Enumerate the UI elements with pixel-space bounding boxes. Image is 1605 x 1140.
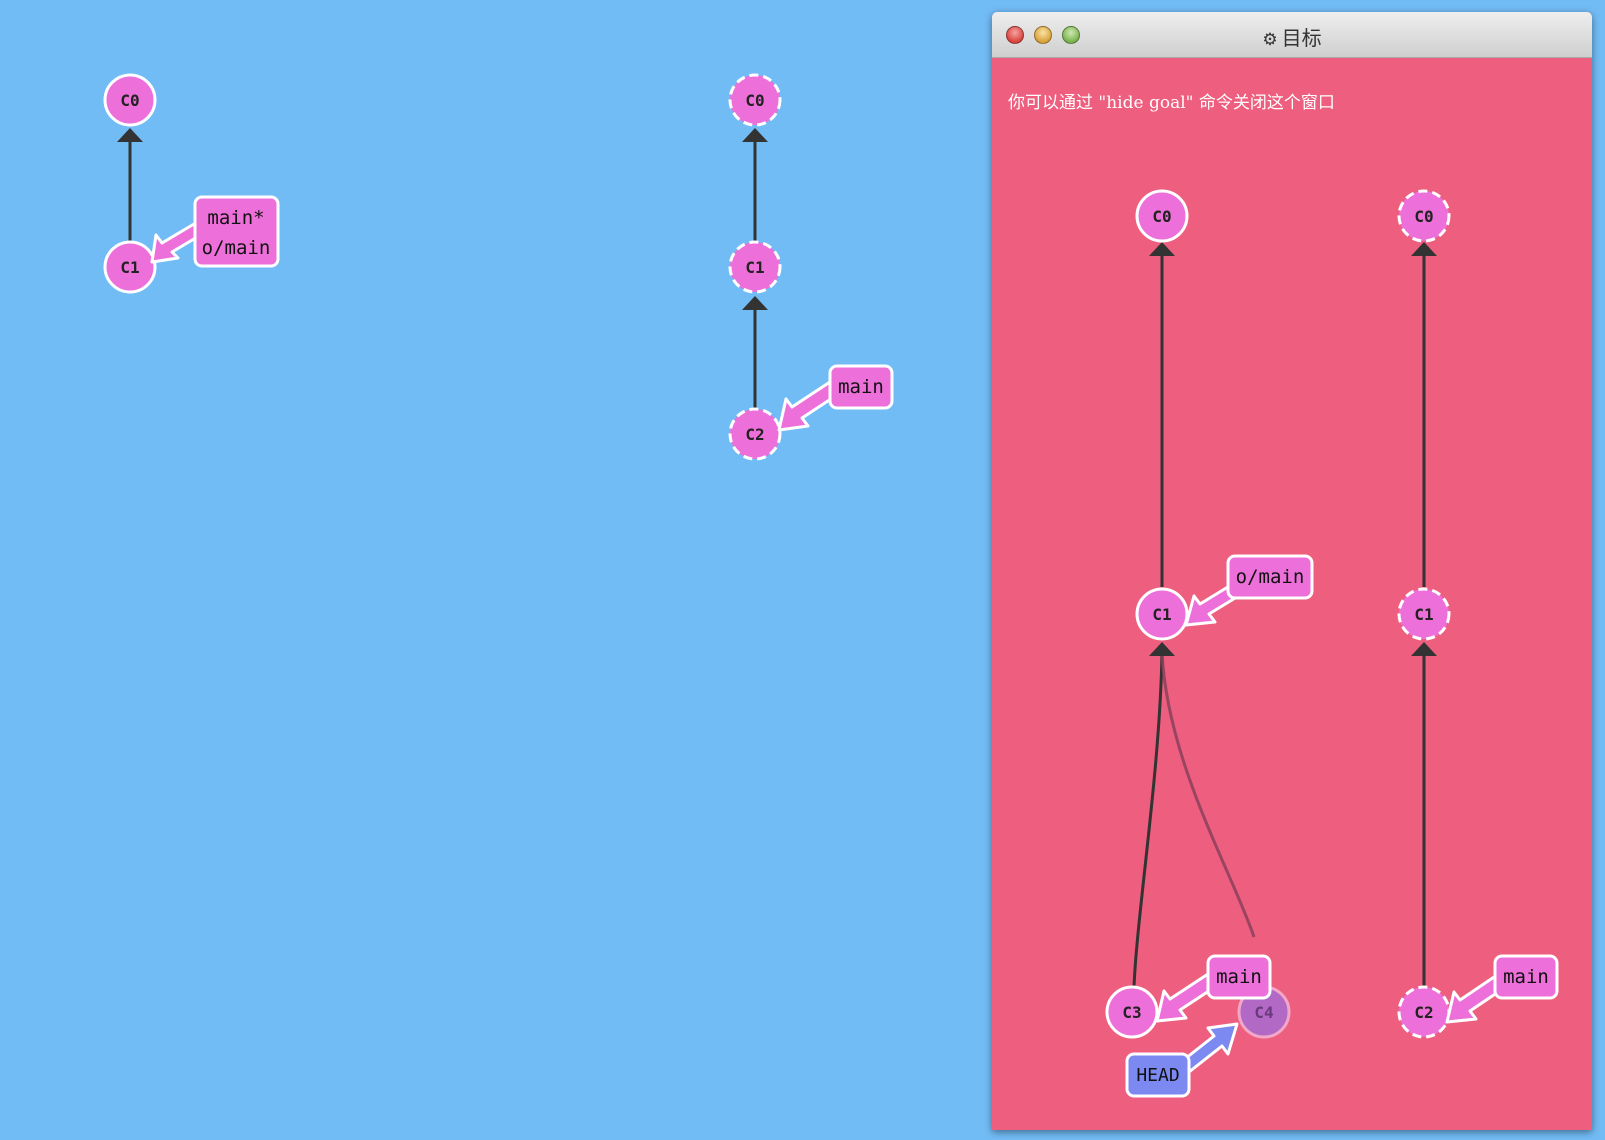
branch-label-main: main* bbox=[207, 207, 264, 229]
remote-tree: C0 C1 C2 main bbox=[728, 73, 894, 461]
commit-c2-label: C2 bbox=[745, 425, 764, 444]
goal-commit-c0-remote[interactable]: C0 bbox=[1397, 189, 1451, 243]
goal-branch-main-remote[interactable]: main bbox=[1445, 954, 1559, 1024]
commit-c0-label: C0 bbox=[1414, 207, 1433, 226]
edge-c4-c1 bbox=[1160, 651, 1256, 938]
goal-window[interactable]: ⚙目标 你可以通过 "hide goal" 命令关闭这个窗口 C0 C1 C3 bbox=[992, 12, 1592, 1130]
branch-label-main: main bbox=[1216, 966, 1262, 988]
branch-label-o-main: o/main bbox=[1236, 566, 1305, 588]
commit-c2-remote[interactable]: C2 bbox=[728, 407, 782, 461]
head-label: HEAD bbox=[1136, 1065, 1179, 1086]
edge-arrowhead bbox=[117, 128, 143, 142]
commit-c3-label: C3 bbox=[1122, 1003, 1141, 1022]
edge-arrowhead bbox=[1149, 642, 1175, 656]
goal-commit-c1[interactable]: C1 bbox=[1135, 587, 1189, 641]
commit-c1-label: C1 bbox=[745, 258, 764, 277]
goal-branch-o-main[interactable]: o/main bbox=[1184, 554, 1314, 627]
goal-commit-c1-remote[interactable]: C1 bbox=[1397, 587, 1451, 641]
commit-c1-remote[interactable]: C1 bbox=[728, 240, 782, 294]
local-tree: C0 C1 main* o/main bbox=[103, 73, 280, 294]
commit-c1-label: C1 bbox=[1152, 605, 1171, 624]
goal-visualization: C0 C1 C3 C4 o/main main HEAD C0 C1 C2 ma… bbox=[1105, 189, 1559, 1098]
commit-c0[interactable]: C0 bbox=[103, 73, 157, 127]
commit-c2-label: C2 bbox=[1414, 1003, 1433, 1022]
branch-main-remote[interactable]: main bbox=[777, 364, 894, 432]
goal-commit-c2-remote[interactable]: C2 bbox=[1397, 985, 1451, 1039]
commit-c1-label: C1 bbox=[120, 258, 139, 277]
commit-c0-remote[interactable]: C0 bbox=[728, 73, 782, 127]
goal-local-tree: C0 C1 C3 C4 o/main main HEAD bbox=[1105, 189, 1314, 1098]
edge-arrowhead bbox=[1411, 242, 1437, 256]
commit-c1-label: C1 bbox=[1414, 605, 1433, 624]
edge-arrowhead bbox=[1411, 642, 1437, 656]
goal-commit-c0[interactable]: C0 bbox=[1135, 189, 1189, 243]
commit-c0-label: C0 bbox=[745, 91, 764, 110]
edge-c3-c1 bbox=[1132, 651, 1164, 988]
goal-remote-tree: C0 C1 C2 main bbox=[1397, 189, 1559, 1039]
branch-label-main: main bbox=[1503, 966, 1549, 988]
branch-label-main: main bbox=[838, 376, 884, 398]
edge-arrowhead bbox=[1149, 242, 1175, 256]
branch-main-o-main[interactable]: main* o/main bbox=[150, 195, 280, 268]
branch-label-o-main: o/main bbox=[202, 237, 271, 259]
edge-arrowhead bbox=[742, 296, 768, 310]
goal-commit-c3[interactable]: C3 bbox=[1105, 985, 1159, 1039]
commit-c4-label: C4 bbox=[1254, 1003, 1273, 1022]
commit-c0-label: C0 bbox=[120, 91, 139, 110]
commit-c0-label: C0 bbox=[1152, 207, 1171, 226]
commit-c1[interactable]: C1 bbox=[103, 240, 157, 294]
edge-arrowhead bbox=[742, 128, 768, 142]
